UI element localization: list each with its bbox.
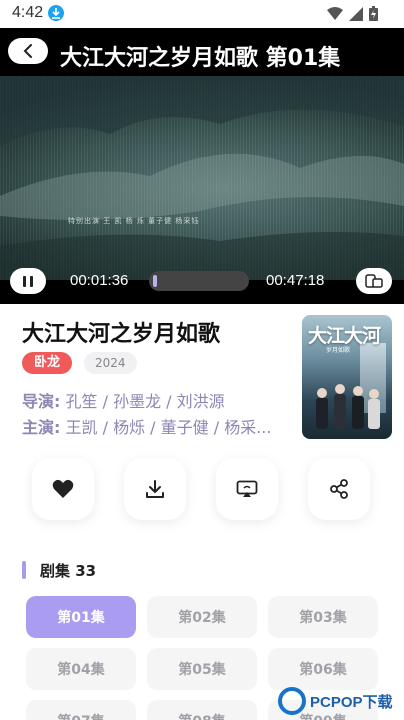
progress-fill xyxy=(153,275,157,287)
video-credits: 特别出演 王 凯 杨 烁 董子健 杨采钰 xyxy=(68,217,200,225)
cast-screen-icon xyxy=(236,480,258,497)
status-icons xyxy=(327,6,378,21)
rotate-screen-icon xyxy=(365,274,383,288)
share-button[interactable] xyxy=(308,458,370,520)
poster-subtitle: 岁月如歌 xyxy=(326,347,351,354)
episode-button[interactable]: 第02集 xyxy=(147,596,257,638)
cast-value: 王凯 / 杨烁 / 董子健 / 杨采... xyxy=(65,418,272,437)
poster-people xyxy=(316,384,380,429)
genre-tag[interactable]: 卧龙 xyxy=(22,352,73,374)
download-icon xyxy=(146,480,164,498)
director-line: 导演: 孔笙 / 孙墨龙 / 刘洪源 xyxy=(22,388,225,412)
download-button[interactable] xyxy=(124,458,186,520)
director-label: 导演: xyxy=(22,392,61,411)
episode-button[interactable]: 第05集 xyxy=(147,648,257,690)
pause-icon-bar-left xyxy=(23,275,26,287)
episodes-header-bar xyxy=(22,561,26,579)
video-still xyxy=(0,76,404,280)
share-icon xyxy=(330,479,348,499)
site-watermark: PCPOP下载 xyxy=(278,682,404,720)
player-controls: 00:01:36 00:47:18 xyxy=(0,262,404,300)
video-frame[interactable]: 特别出演 王 凯 杨 烁 董子健 杨采钰 xyxy=(0,76,404,280)
back-button[interactable] xyxy=(8,38,48,64)
watermark-text: PCPOP下载 xyxy=(310,693,393,711)
cast-screen-button[interactable] xyxy=(216,458,278,520)
current-time: 00:01:36 xyxy=(70,272,129,289)
episode-button[interactable]: 第08集 xyxy=(147,700,257,720)
episode-button[interactable]: 第03集 xyxy=(268,596,378,638)
episode-button[interactable]: 第04集 xyxy=(26,648,136,690)
status-bar: 4:42 xyxy=(0,0,404,28)
cast-line: 主演: 王凯 / 杨烁 / 董子健 / 杨采... xyxy=(22,414,286,438)
chevron-left-icon xyxy=(23,44,32,58)
heart-icon xyxy=(52,479,74,498)
show-title: 大江大河之岁月如歌 xyxy=(22,322,221,347)
total-time: 00:47:18 xyxy=(266,272,325,289)
episode-button[interactable]: 第01集 xyxy=(26,596,136,638)
cast-label: 主演: xyxy=(22,418,61,437)
wifi-icon xyxy=(327,6,343,20)
progress-slider[interactable] xyxy=(149,271,249,291)
video-player[interactable]: 特别出演 王 凯 杨 烁 董子健 杨采钰 大江大河之岁月如歌 第01集 00:0… xyxy=(0,28,404,304)
download-notification-icon xyxy=(48,5,64,21)
signal-icon xyxy=(349,6,363,21)
episodes-title: 剧集 33 xyxy=(40,561,97,580)
favorite-button[interactable] xyxy=(32,458,94,520)
poster-title: 大江大河 xyxy=(308,325,381,347)
pause-button[interactable] xyxy=(10,268,46,294)
year-tag: 2024 xyxy=(84,352,137,374)
show-poster: 大江大河 岁月如歌 xyxy=(302,315,392,439)
episode-title: 大江大河之岁月如歌 第01集 xyxy=(60,46,341,71)
rotate-screen-button[interactable] xyxy=(356,268,392,294)
battery-icon xyxy=(369,6,378,21)
director-value: 孔笙 / 孙墨龙 / 刘洪源 xyxy=(65,392,225,411)
action-bar xyxy=(0,458,404,524)
episode-button[interactable]: 第07集 xyxy=(26,700,136,720)
status-time: 4:42 xyxy=(12,4,44,21)
pause-icon-bar-right xyxy=(30,275,33,287)
watermark-logo-icon xyxy=(278,687,306,715)
episodes-header: 剧集 33 xyxy=(22,560,96,580)
